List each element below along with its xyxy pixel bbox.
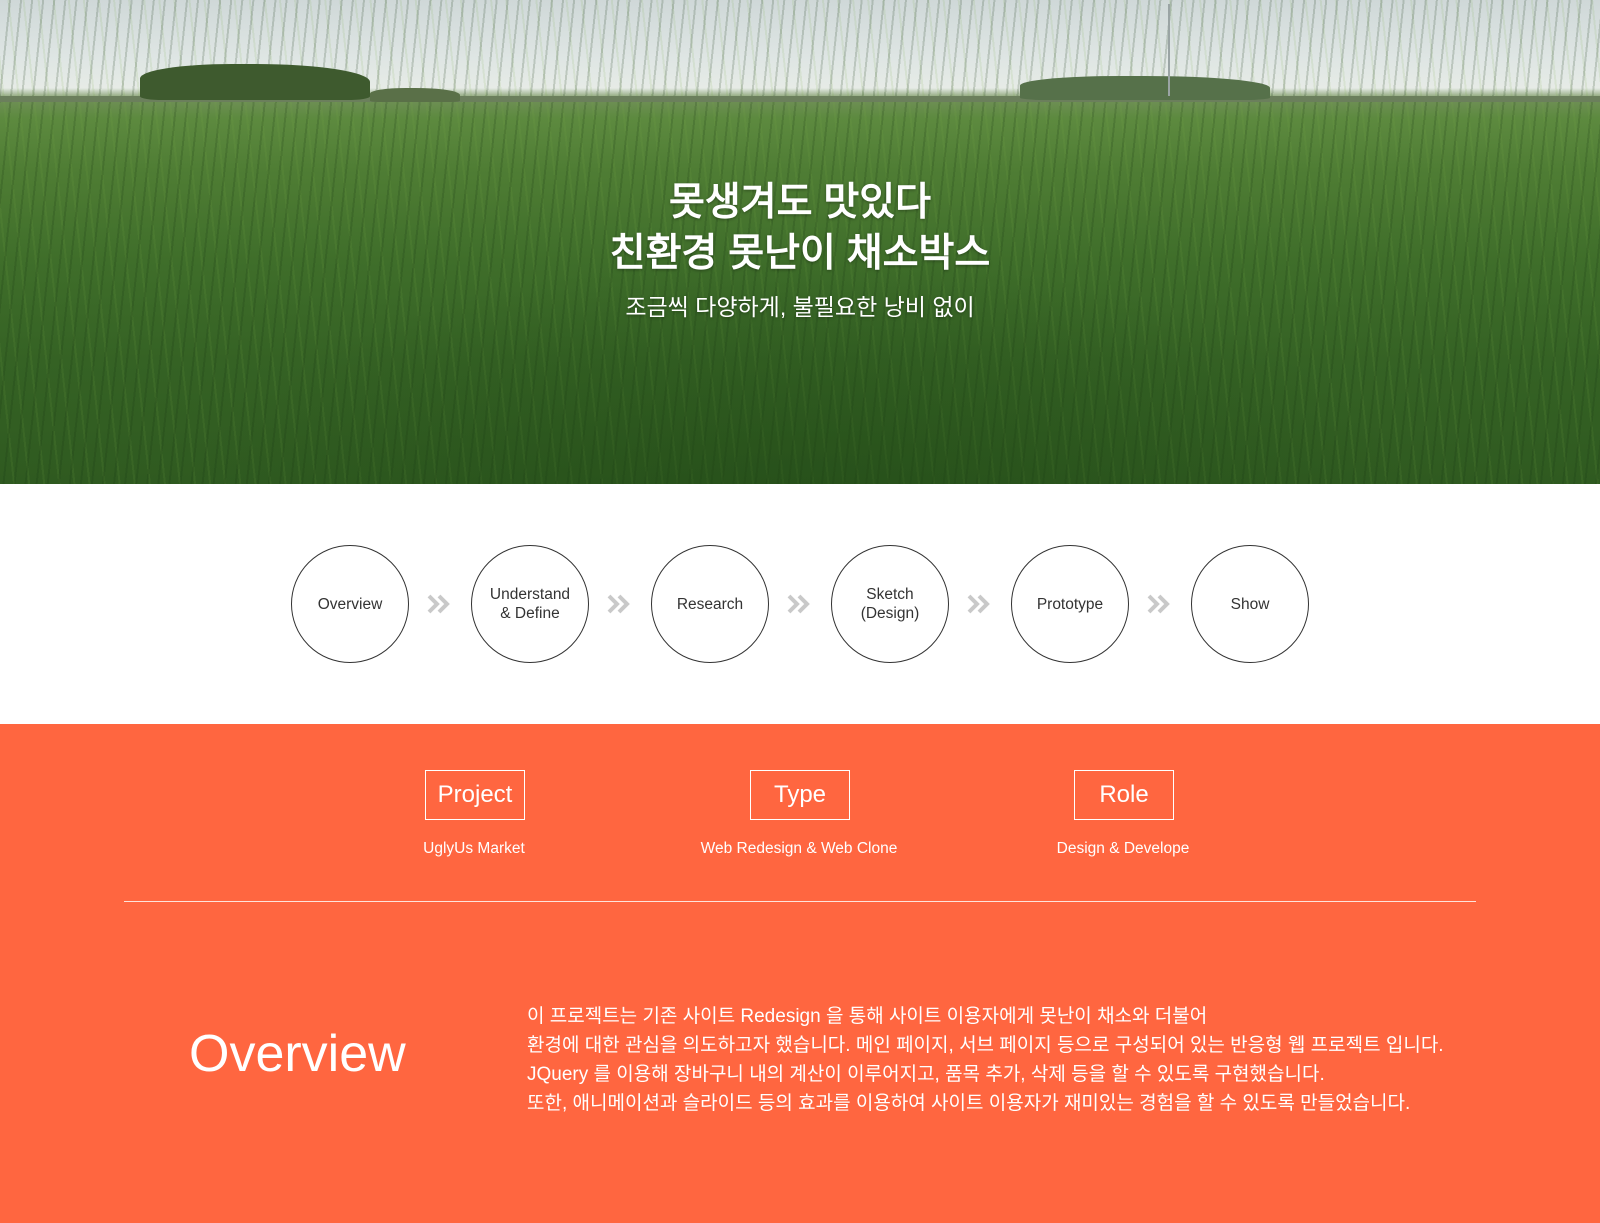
step-research[interactable]: Research <box>651 545 769 663</box>
overview-line: 또한, 애니메이션과 슬라이드 등의 효과를 이용하여 사이트 이용자가 재미있… <box>527 1093 1411 1114</box>
project-value: UglyUs Market <box>423 840 525 857</box>
step-label-sub: (Design) <box>860 605 920 622</box>
type-label-box: Type <box>750 770 850 820</box>
hero-title-line1: 못생겨도 맛있다 <box>669 181 931 224</box>
double-chevron-right-icon <box>607 594 630 614</box>
overview-line: JQuery 를 이용해 장바구니 내의 계산이 이루어지고, 품목 추가, 삭… <box>527 1064 1325 1085</box>
overview-body: 이 프로젝트는 기존 사이트 Redesign 을 통해 사이트 이용자에게 못… <box>527 1002 1444 1118</box>
double-chevron-right-icon <box>967 594 990 614</box>
project-label-box: Project <box>425 770 525 820</box>
step-label-sub: & Define <box>500 605 560 622</box>
double-chevron-right-icon <box>1147 594 1170 614</box>
hero-subtitle: 조금씩 다양하게, 불필요한 낭비 없이 <box>625 294 975 320</box>
overview-heading: Overview <box>189 1025 406 1083</box>
overview-line: 환경에 대한 관심을 의도하고자 했습니다. 메인 페이지, 서브 페이지 등으… <box>527 1035 1444 1056</box>
overview-line: 이 프로젝트는 기존 사이트 Redesign 을 통해 사이트 이용자에게 못… <box>527 1006 1208 1027</box>
step-understand-define[interactable]: Understand & Define <box>471 545 589 663</box>
step-prototype[interactable]: Prototype <box>1011 545 1129 663</box>
power-pole <box>1168 4 1170 96</box>
step-label: Prototype <box>1036 595 1104 613</box>
step-label: Overview <box>317 595 383 613</box>
step-overview[interactable]: Overview <box>291 545 409 663</box>
hero-banner: 못생겨도 맛있다 친환경 못난이 채소박스 조금씩 다양하게, 불필요한 낭비 … <box>0 0 1600 484</box>
step-label: Show <box>1230 595 1270 613</box>
role-value: Design & Develope <box>1056 840 1190 857</box>
tree-cluster-left-small <box>370 88 460 102</box>
process-steps: Overview Understand & Define Research Sk… <box>0 484 1600 724</box>
step-label: Research <box>676 595 744 613</box>
section-divider <box>124 901 1476 902</box>
double-chevron-right-icon <box>787 594 810 614</box>
hero-title-line2: 친환경 못난이 채소박스 <box>609 232 991 275</box>
tree-cluster-right <box>1020 76 1270 100</box>
step-label: Sketch <box>866 586 914 603</box>
step-label: Understand <box>489 586 571 603</box>
step-show[interactable]: Show <box>1191 545 1309 663</box>
role-label-box: Role <box>1074 770 1174 820</box>
project-info: Project UglyUs Market Type Web Redesign … <box>0 724 1600 1223</box>
type-value: Web Redesign & Web Clone <box>700 840 898 857</box>
double-chevron-right-icon <box>427 594 450 614</box>
tree-cluster-left <box>140 64 370 100</box>
step-sketch-design[interactable]: Sketch (Design) <box>831 545 949 663</box>
